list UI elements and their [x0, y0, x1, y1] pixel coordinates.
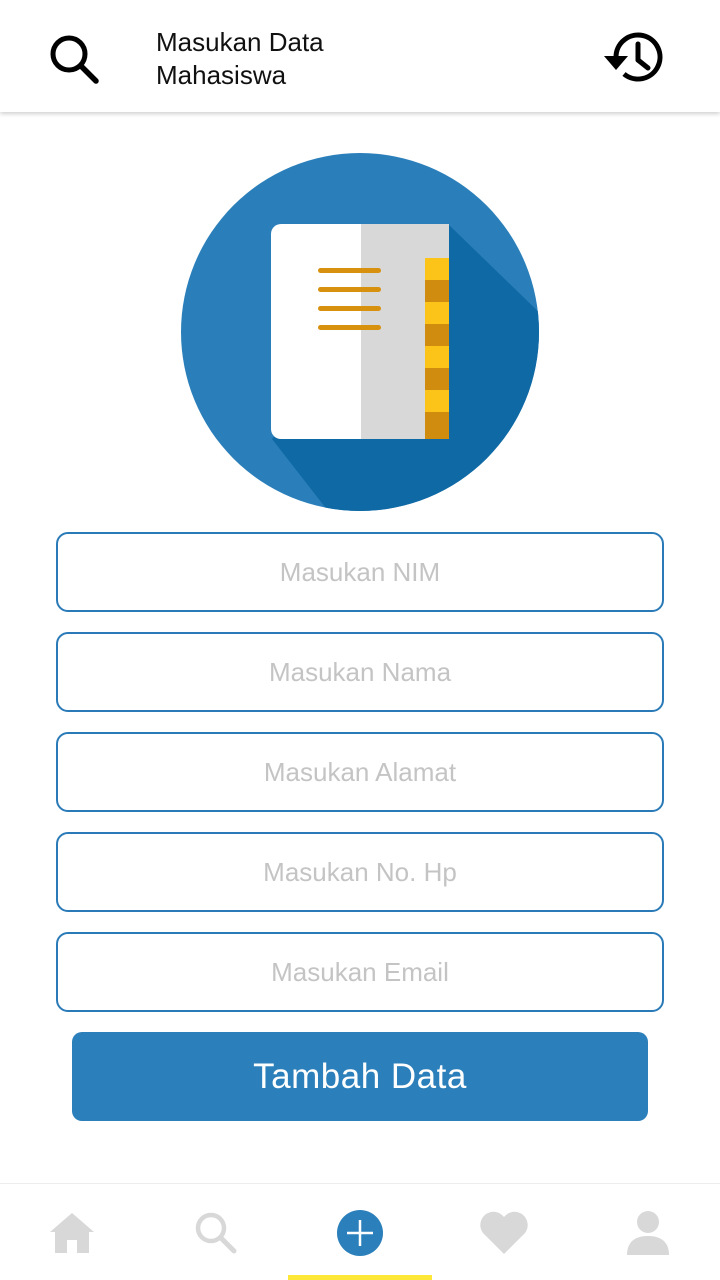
alamat-field — [56, 732, 664, 812]
email-field — [56, 932, 664, 1012]
alamat-input[interactable] — [58, 734, 662, 810]
nama-input[interactable] — [58, 634, 662, 710]
page-title: Masukan Data Mahasiswa — [156, 26, 416, 92]
history-icon — [604, 32, 663, 82]
no-hp-input[interactable] — [58, 834, 662, 910]
home-icon — [50, 1212, 94, 1253]
email-input[interactable] — [58, 934, 662, 1010]
person-icon — [627, 1210, 669, 1255]
tambah-data-button[interactable]: Tambah Data — [72, 1032, 648, 1121]
app-bar: Masukan Data Mahasiswa — [0, 0, 720, 112]
nav-item-home[interactable] — [0, 1184, 144, 1280]
nama-field — [56, 632, 664, 712]
heart-icon — [480, 1211, 528, 1254]
bottom-navigation — [0, 1183, 720, 1280]
add-circle-icon — [337, 1209, 383, 1256]
search-icon — [195, 1212, 237, 1253]
history-button[interactable] — [600, 24, 670, 94]
nim-field — [56, 532, 664, 612]
nav-item-search[interactable] — [144, 1184, 288, 1280]
notebook-illustration — [180, 152, 540, 512]
nav-item-profile[interactable] — [576, 1184, 720, 1280]
search-icon — [50, 35, 99, 84]
notebook-icon — [181, 153, 539, 511]
page-title-line1: Masukan Data — [156, 27, 324, 57]
page-title-line2: Mahasiswa — [156, 60, 287, 90]
search-button[interactable] — [44, 30, 104, 90]
nav-item-favorites[interactable] — [432, 1184, 576, 1280]
no-hp-field — [56, 832, 664, 912]
nav-item-add[interactable] — [288, 1184, 432, 1280]
active-tab-indicator — [288, 1275, 432, 1280]
nim-input[interactable] — [58, 534, 662, 610]
